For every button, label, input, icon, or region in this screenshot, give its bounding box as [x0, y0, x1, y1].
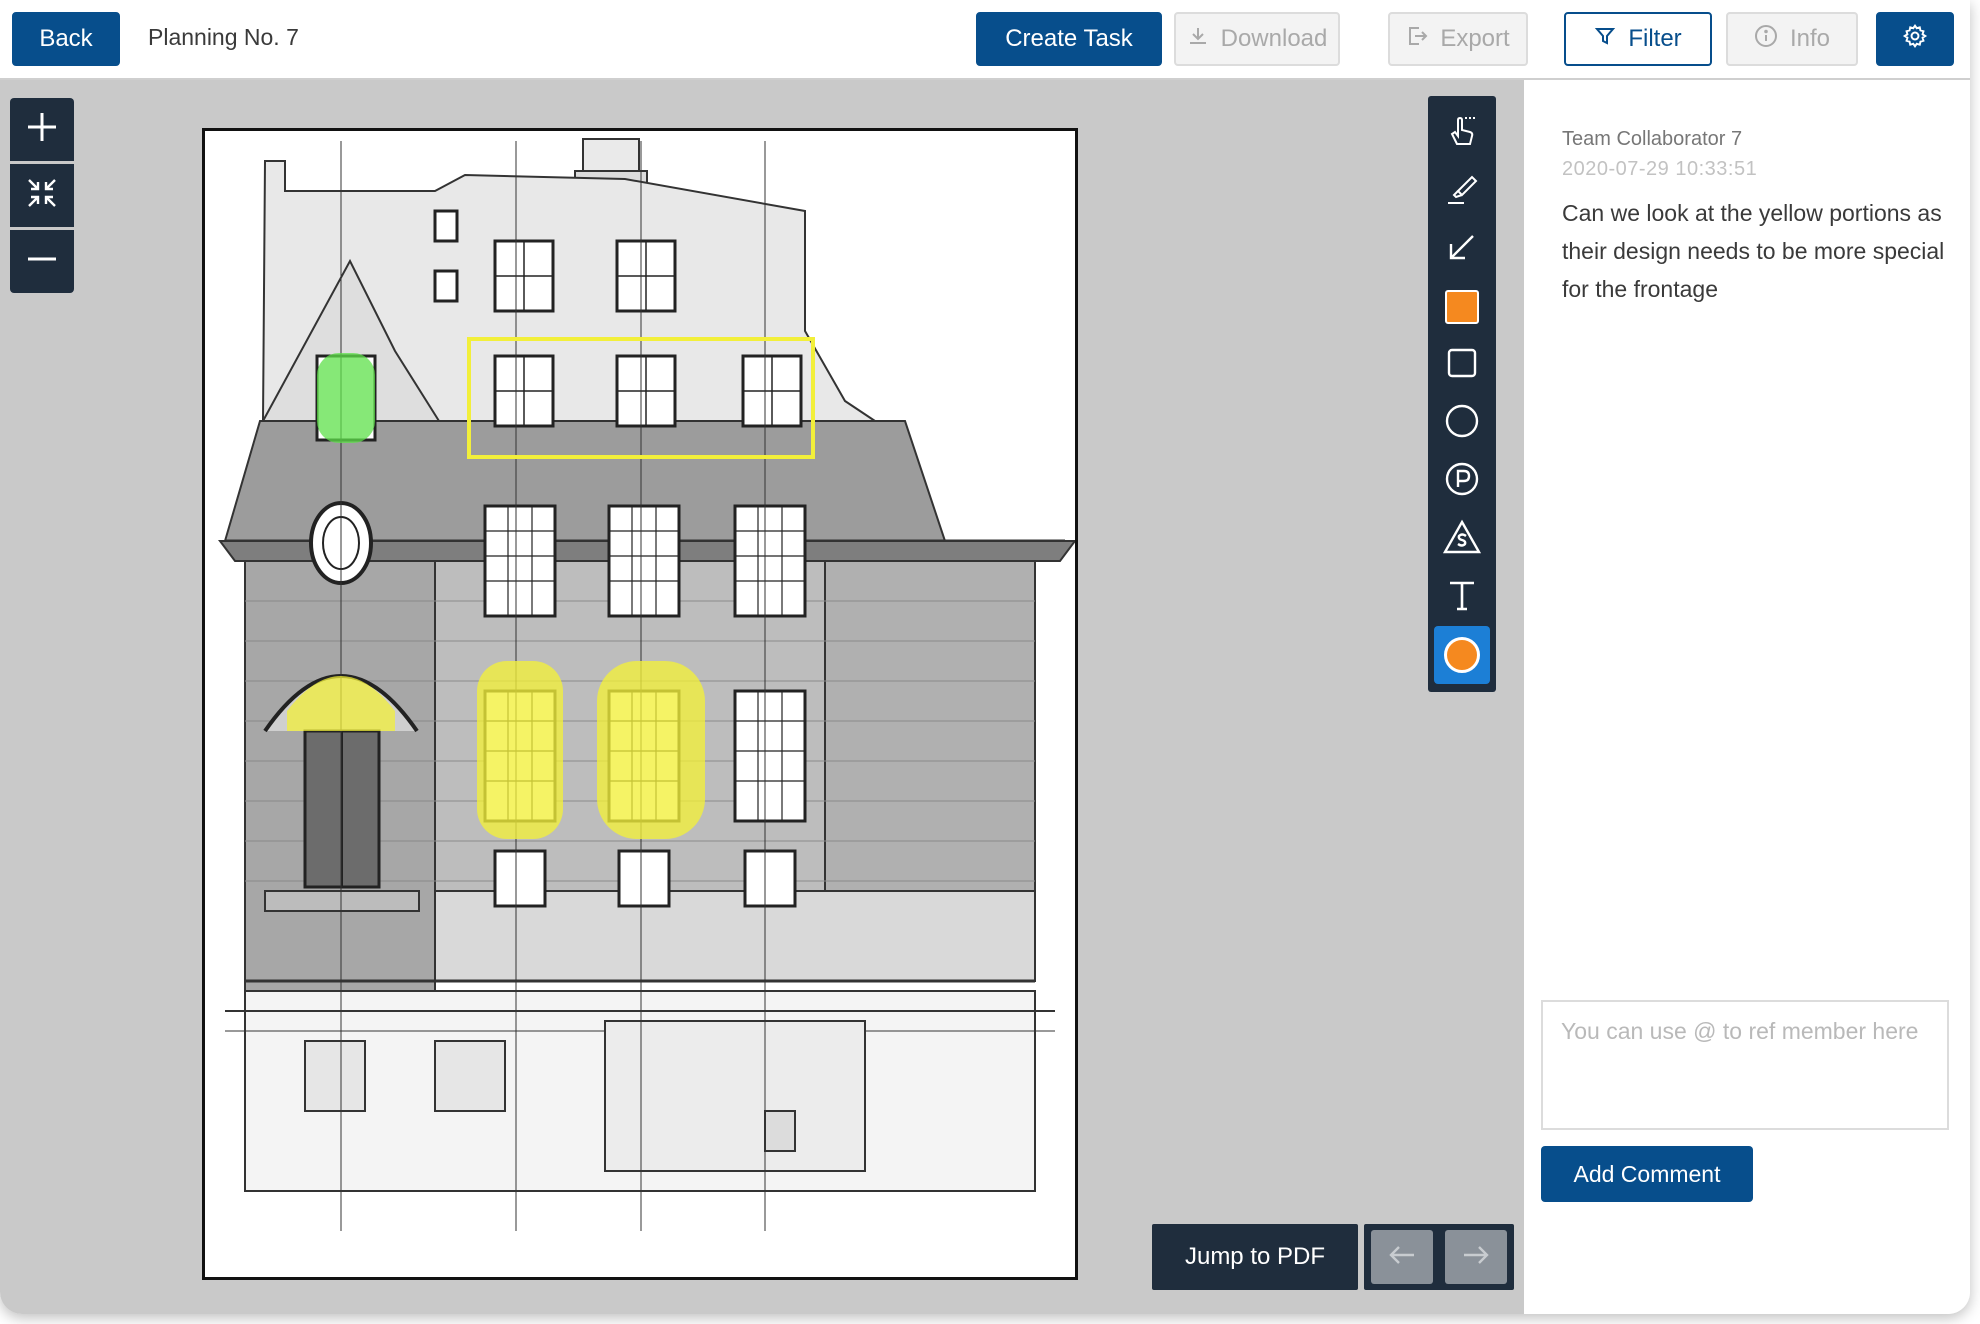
next-button[interactable]	[1445, 1230, 1507, 1284]
parking-p-icon	[1444, 461, 1480, 502]
add-comment-label: Add Comment	[1573, 1160, 1721, 1187]
tool-fill-color[interactable]	[1428, 278, 1496, 336]
gear-icon	[1902, 23, 1928, 56]
yellow-window-highlight-1	[477, 661, 563, 839]
info-icon	[1754, 24, 1778, 55]
tool-circle[interactable]	[1428, 394, 1496, 452]
jump-to-pdf-label: Jump to PDF	[1184, 1243, 1326, 1270]
rectangle-icon	[1445, 346, 1479, 385]
zoom-controls	[10, 98, 74, 296]
tool-highlighter[interactable]	[1428, 162, 1496, 220]
back-button-label: Back	[39, 25, 93, 52]
comment-panel: Team Collaborator 7 2020-07-29 10:33:51 …	[1524, 80, 1970, 1314]
previous-button[interactable]	[1371, 1230, 1433, 1284]
circle-icon	[1444, 403, 1480, 444]
arrow-right-icon	[1462, 1244, 1490, 1271]
comment-input[interactable]	[1541, 1000, 1949, 1130]
tool-rectangle[interactable]	[1428, 336, 1496, 394]
filter-icon	[1594, 25, 1616, 54]
highlighter-icon	[1444, 171, 1480, 212]
yellow-window-highlight-2	[597, 661, 705, 839]
create-task-label: Create Task	[1005, 25, 1133, 52]
warning-s-icon	[1442, 519, 1482, 560]
zoom-out-icon	[25, 242, 59, 281]
tool-arrow[interactable]	[1428, 220, 1496, 278]
comment-author: Team Collaborator 7	[1562, 128, 1743, 150]
collapse-icon	[25, 176, 59, 215]
back-button[interactable]: Back	[12, 12, 120, 66]
fill-color-swatch	[1445, 290, 1479, 324]
export-label: Export	[1440, 25, 1510, 52]
app-window: Back Planning No. 7 Create Task Download…	[0, 0, 1970, 1314]
architectural-drawing[interactable]	[202, 128, 1078, 1280]
jump-to-pdf-button[interactable]: Jump to PDF	[1152, 1224, 1358, 1290]
download-label: Download	[1220, 25, 1328, 52]
facade-elevation-image	[218, 138, 1077, 1231]
stroke-color-swatch	[1444, 637, 1480, 673]
green-highlight-annotation	[317, 353, 375, 443]
page-navigation	[1364, 1224, 1514, 1290]
tool-text[interactable]	[1428, 568, 1496, 626]
tool-stroke-color[interactable]	[1434, 626, 1490, 684]
arrow-icon	[1445, 230, 1479, 269]
fit-to-screen-button[interactable]	[10, 164, 74, 227]
export-button[interactable]: Export	[1388, 12, 1528, 66]
filter-label: Filter	[1628, 25, 1682, 52]
annotation-toolbar	[1428, 96, 1496, 692]
comment-timestamp: 2020-07-29 10:33:51	[1562, 158, 1758, 180]
zoom-in-button[interactable]	[10, 98, 74, 161]
arrow-left-icon	[1388, 1244, 1416, 1271]
comment-text: Can we look at the yellow portions as th…	[1562, 200, 1945, 302]
download-button[interactable]: Download	[1174, 12, 1340, 66]
info-button[interactable]: Info	[1726, 12, 1858, 66]
tool-parking-marker[interactable]	[1428, 452, 1496, 510]
tool-warning-marker[interactable]	[1428, 510, 1496, 568]
text-icon	[1445, 578, 1479, 617]
page-title: Planning No. 7	[148, 24, 299, 50]
add-comment-button[interactable]: Add Comment	[1541, 1146, 1753, 1202]
create-task-button[interactable]: Create Task	[976, 12, 1162, 66]
pointer-hand-icon	[1445, 114, 1479, 153]
zoom-out-button[interactable]	[10, 230, 74, 293]
tool-select[interactable]	[1428, 104, 1496, 162]
filter-button[interactable]: Filter	[1564, 12, 1712, 66]
export-icon	[1406, 25, 1428, 54]
info-label: Info	[1789, 25, 1831, 52]
drawing-canvas[interactable]: Jump to PDF	[0, 80, 1524, 1314]
top-toolbar: Back Planning No. 7 Create Task Download…	[0, 0, 1970, 80]
settings-button[interactable]	[1876, 12, 1954, 66]
download-icon	[1187, 25, 1209, 54]
zoom-in-icon	[25, 110, 59, 149]
